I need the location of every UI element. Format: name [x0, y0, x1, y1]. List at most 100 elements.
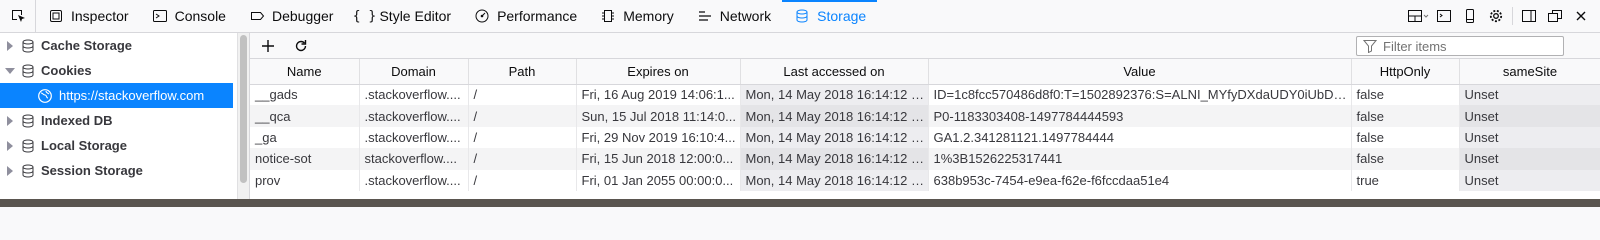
cell-value: P0-1183303408-1497784444593 — [928, 105, 1352, 127]
tab-style-editor[interactable]: { } Style Editor — [344, 0, 462, 32]
tab-debugger[interactable]: Debugger — [237, 0, 345, 32]
inspector-icon — [48, 8, 64, 24]
cell-last-accessed: Mon, 14 May 2018 16:14:12 G... — [740, 126, 929, 149]
tab-network[interactable]: Network — [685, 0, 782, 32]
table-header-row: Name Domain Path Expires on Last accesse… — [250, 59, 1600, 85]
column-header-name[interactable]: Name — [250, 59, 360, 85]
close-icon — [1576, 11, 1586, 21]
settings-button[interactable] — [1483, 4, 1509, 28]
expand-arrow-icon[interactable] — [5, 115, 15, 126]
element-picker-icon — [11, 10, 25, 22]
plus-icon — [262, 39, 274, 52]
column-header-domain[interactable]: Domain — [359, 59, 469, 85]
cell-httponly: false — [1351, 148, 1460, 170]
sidebar-scrollbar[interactable] — [237, 33, 249, 199]
cell-name: __gads — [250, 84, 360, 106]
table-row[interactable]: notice-sot stackoverflow.... / Fri, 15 J… — [250, 148, 1600, 170]
database-icon — [20, 38, 36, 54]
cell-expires: Fri, 01 Jan 2055 00:00:0... — [576, 169, 741, 191]
globe-icon — [37, 88, 53, 104]
expand-arrow-icon[interactable] — [5, 140, 15, 151]
scrollbar-thumb[interactable] — [240, 35, 247, 183]
filter-items-input[interactable]: Filter items — [1356, 36, 1564, 56]
tab-label: Debugger — [271, 8, 334, 24]
dock-side-icon — [1522, 10, 1536, 22]
devtools-toolbar: Inspector Console Debugger { } Style Edi… — [0, 0, 1600, 33]
cell-httponly: true — [1351, 169, 1460, 191]
storage-icon — [794, 8, 810, 24]
tab-console[interactable]: Console — [140, 0, 237, 32]
tree-item-session-storage[interactable]: Session Storage — [0, 158, 237, 183]
cell-value: ID=1c8fcc570486d8f0:T=1502892376:S=ALNI_… — [928, 84, 1352, 106]
element-picker-button[interactable] — [0, 0, 36, 32]
tree-item-cache-storage[interactable]: Cache Storage — [0, 33, 237, 58]
cell-path: / — [468, 169, 577, 191]
cell-expires: Sun, 15 Jul 2018 11:14:0... — [576, 105, 741, 127]
cookie-table-panel: Filter items Name Domain Path Expires on… — [249, 33, 1600, 199]
collapse-arrow-icon[interactable] — [5, 66, 15, 76]
responsive-mode-button[interactable] — [1457, 4, 1483, 28]
column-header-samesite[interactable]: sameSite — [1459, 59, 1600, 85]
cell-value: 1%3B1526225317441 — [928, 148, 1352, 170]
undock-window-button[interactable] — [1542, 4, 1568, 28]
toolbar-right-controls — [1405, 0, 1600, 32]
split-console-icon — [1437, 10, 1451, 22]
cell-expires: Fri, 16 Aug 2019 14:06:1... — [576, 84, 741, 106]
cell-name: prov — [250, 169, 360, 191]
tree-item-stackoverflow-origin[interactable]: https://stackoverflow.com — [0, 83, 233, 108]
table-row[interactable]: __qca .stackoverflow.... / Sun, 15 Jul 2… — [250, 105, 1600, 127]
database-icon — [20, 138, 36, 154]
tab-label: Inspector — [71, 8, 129, 24]
table-toolbar: Filter items — [250, 33, 1600, 59]
cell-httponly: false — [1351, 84, 1460, 106]
split-console-button[interactable] — [1405, 4, 1431, 28]
dock-side-button[interactable] — [1516, 4, 1542, 28]
tab-storage[interactable]: Storage — [782, 0, 878, 32]
tab-performance[interactable]: Performance — [462, 0, 588, 32]
cell-domain: stackoverflow.... — [359, 148, 469, 170]
split-view-button[interactable] — [1431, 4, 1457, 28]
tab-memory[interactable]: Memory — [588, 0, 685, 32]
gear-icon — [1489, 9, 1503, 23]
tab-label: Network — [719, 8, 772, 24]
tree-item-label: https://stackoverflow.com — [59, 88, 205, 103]
cookie-table: Name Domain Path Expires on Last accesse… — [250, 59, 1600, 191]
cell-value: 638b953c-7454-e9ea-f62e-f6fccdaa51e4 — [928, 169, 1352, 191]
cell-samesite: Unset — [1459, 169, 1600, 191]
cell-path: / — [468, 126, 577, 149]
cell-domain: .stackoverflow.... — [359, 84, 469, 106]
tab-inspector[interactable]: Inspector — [36, 0, 140, 32]
cell-path: / — [468, 105, 577, 127]
memory-icon — [600, 8, 616, 24]
filter-icon — [1363, 40, 1377, 53]
tab-label: Performance — [497, 8, 578, 24]
tree-item-indexed-db[interactable]: Indexed DB — [0, 108, 237, 133]
column-header-last-accessed[interactable]: Last accessed on — [740, 59, 929, 85]
layout-icon — [1408, 10, 1429, 22]
column-header-path[interactable]: Path — [468, 59, 577, 85]
tree-item-local-storage[interactable]: Local Storage — [0, 133, 237, 158]
style-editor-icon: { } — [352, 8, 377, 24]
database-icon — [20, 163, 36, 179]
table-row[interactable]: prov .stackoverflow.... / Fri, 01 Jan 20… — [250, 169, 1600, 191]
add-item-button[interactable] — [253, 34, 283, 58]
cell-domain: .stackoverflow.... — [359, 126, 469, 149]
column-header-expires[interactable]: Expires on — [576, 59, 741, 85]
close-devtools-button[interactable] — [1568, 4, 1594, 28]
table-row[interactable]: __gads .stackoverflow.... / Fri, 16 Aug … — [250, 84, 1600, 106]
cell-value: GA1.2.341281121.1497784444 — [928, 126, 1352, 149]
refresh-button[interactable] — [286, 34, 316, 58]
column-header-value[interactable]: Value — [928, 59, 1352, 85]
column-header-httponly[interactable]: HttpOnly — [1351, 59, 1460, 85]
expand-arrow-icon[interactable] — [5, 165, 15, 176]
filter-placeholder: Filter items — [1383, 38, 1447, 54]
tree-item-cookies[interactable]: Cookies — [0, 58, 237, 83]
expand-arrow-icon[interactable] — [5, 40, 15, 51]
cell-domain: .stackoverflow.... — [359, 169, 469, 191]
performance-icon — [474, 8, 490, 24]
refresh-icon — [295, 39, 307, 51]
cell-last-accessed: Mon, 14 May 2018 16:14:12 G... — [740, 105, 929, 127]
cell-name: __qca — [250, 105, 360, 127]
cell-name: notice-sot — [250, 148, 360, 170]
table-row[interactable]: _ga .stackoverflow.... / Fri, 29 Nov 201… — [250, 126, 1600, 149]
